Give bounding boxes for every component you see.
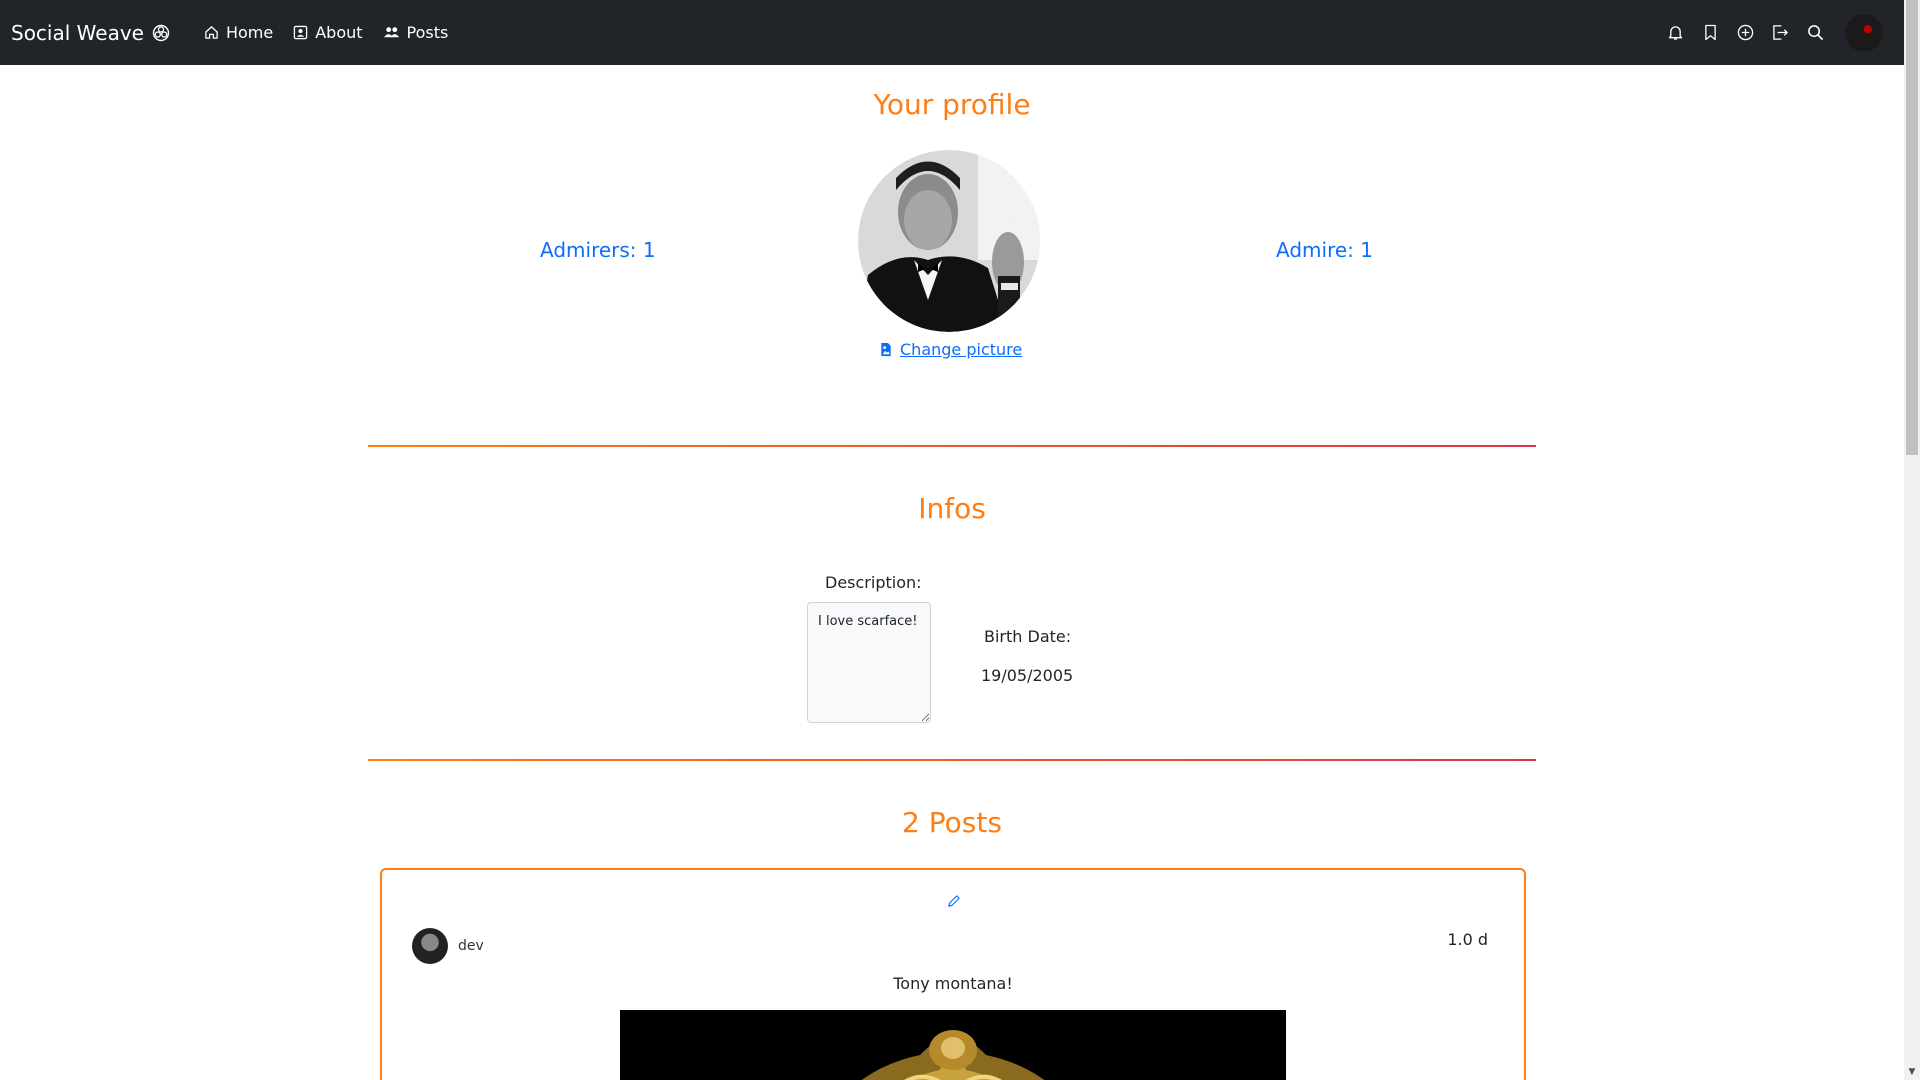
post-text: Tony montana! [893, 974, 1013, 993]
change-picture-link[interactable]: Change picture [880, 340, 1022, 359]
top-navbar: Social Weave Home About Posts [0, 0, 1904, 65]
user-avatar-button[interactable] [1845, 13, 1883, 52]
scroll-down-arrow-icon[interactable]: ▼ [1907, 1068, 1917, 1077]
divider-2 [368, 759, 1536, 761]
infos-title: Infos [918, 492, 986, 525]
nav-home-label[interactable]: Home [226, 23, 273, 42]
post-timestamp: 1.0 d [1447, 930, 1488, 949]
birth-date-value: 19/05/2005 [981, 666, 1074, 685]
description-field[interactable]: I love scarface! [807, 602, 931, 723]
edit-icon[interactable] [946, 894, 961, 913]
logout-icon[interactable] [1771, 24, 1789, 42]
post-author-name[interactable]: dev [458, 938, 484, 954]
birth-date-label: Birth Date: [984, 627, 1072, 646]
profile-title: Your profile [873, 88, 1031, 121]
about-icon [293, 25, 308, 40]
brand-logo-icon [152, 24, 170, 41]
nav-posts-label[interactable]: Posts [407, 23, 449, 42]
profile-picture [858, 150, 1040, 332]
image-icon [881, 342, 891, 357]
description-label: Description: [825, 573, 922, 592]
post-author-avatar[interactable] [412, 928, 448, 964]
brand[interactable]: Social Weave [11, 21, 170, 45]
plus-circle-icon[interactable] [1736, 24, 1754, 42]
page-scrollbar[interactable]: ▼ [1904, 0, 1920, 1080]
divider-1 [368, 445, 1536, 447]
post-card: dev 1.0 d Tony montana! [380, 868, 1526, 1080]
scrollbar-thumb[interactable] [1906, 0, 1918, 455]
users-icon [383, 27, 399, 38]
brand-name[interactable]: Social Weave [11, 21, 144, 45]
post-image[interactable] [620, 1010, 1286, 1080]
nav-about-label[interactable]: About [315, 23, 362, 42]
nav-posts-link[interactable]: Posts [383, 23, 449, 42]
nav-about-link[interactable]: About [293, 23, 363, 42]
home-icon [205, 26, 218, 39]
nav-home-link[interactable]: Home [204, 23, 273, 42]
nav-actions [1666, 13, 1893, 52]
admire-count-link[interactable]: Admire: 1 [1276, 238, 1373, 262]
posts-title: 2 Posts [902, 806, 1002, 839]
admirers-count-link[interactable]: Admirers: 1 [540, 238, 656, 262]
change-picture-label[interactable]: Change picture [900, 340, 1022, 359]
search-icon[interactable] [1806, 24, 1824, 42]
bell-icon[interactable] [1666, 24, 1684, 42]
bookmark-icon[interactable] [1701, 24, 1719, 42]
